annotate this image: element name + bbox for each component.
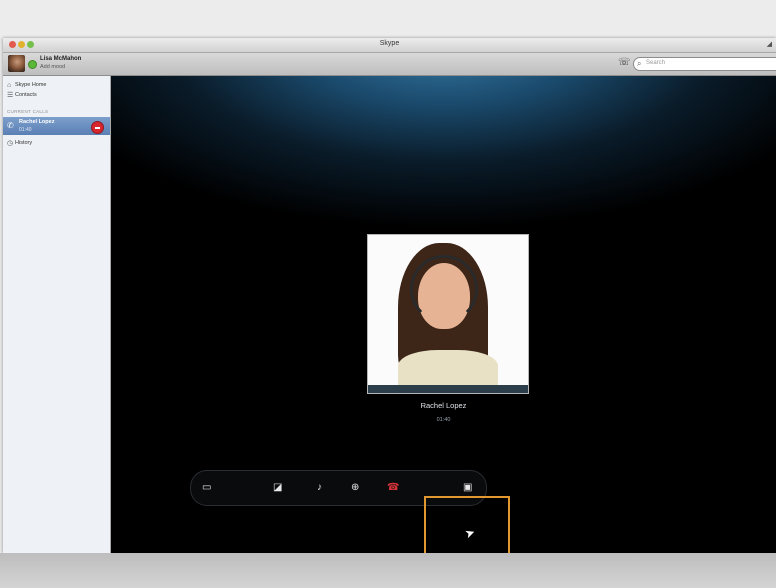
call-icon: ✆: [7, 121, 14, 130]
contacts-icon: ☰: [7, 92, 14, 99]
sidebar: ⌂ Skype Home ☰ Contacts CURRENT CALLS ✆ …: [3, 76, 111, 553]
sidebar-item-history[interactable]: ◷ History: [3, 138, 110, 149]
sidebar-item-active-call[interactable]: ✆ Rachel Lopez 01:40: [3, 117, 110, 135]
video-off-icon[interactable]: ◪: [273, 471, 282, 505]
sidebar-item-label: History: [15, 140, 33, 146]
user-name[interactable]: Lisa McMahon: [40, 56, 81, 62]
end-call-badge-icon[interactable]: [91, 121, 104, 134]
search-input[interactable]: ⌕ Search: [633, 57, 776, 71]
active-call-name: Rachel Lopez: [19, 119, 55, 125]
caller-photo: [367, 234, 529, 394]
mute-icon[interactable]: ♪: [317, 471, 322, 505]
window-title: Skype: [379, 40, 400, 47]
sidebar-item-contacts[interactable]: ☰ Contacts: [3, 90, 110, 101]
call-duration: 01:40: [436, 417, 451, 423]
fullscreen-icon[interactable]: ◢: [767, 40, 772, 48]
photo-bottom-bar: [368, 385, 528, 393]
active-call-status: 01:40: [19, 127, 32, 133]
hangup-icon[interactable]: ☎: [387, 471, 399, 505]
mood-message[interactable]: Add mood: [40, 64, 65, 70]
video-icon[interactable]: ▭: [202, 471, 211, 505]
avatar[interactable]: [8, 55, 25, 72]
title-bar: Skype ◢: [3, 38, 776, 53]
sidebar-item-label: Contacts: [15, 92, 37, 98]
search-icon: ⌕: [637, 59, 642, 68]
screen-top-background: [0, 0, 776, 38]
online-status-icon[interactable]: [28, 60, 37, 69]
main-toolbar: Lisa McMahon Add mood ☏ ⌕ Search: [3, 53, 776, 76]
clock-icon: ◷: [7, 140, 14, 147]
caller-name: Rachel Lopez: [420, 401, 467, 410]
screen-bottom-background: [0, 553, 776, 588]
current-calls-header: CURRENT CALLS: [7, 109, 49, 114]
add-icon[interactable]: ⊕: [351, 471, 359, 505]
search-placeholder: Search: [646, 60, 666, 66]
dial-phone-icon[interactable]: ☏: [618, 58, 631, 68]
headset-icon: [410, 255, 478, 323]
